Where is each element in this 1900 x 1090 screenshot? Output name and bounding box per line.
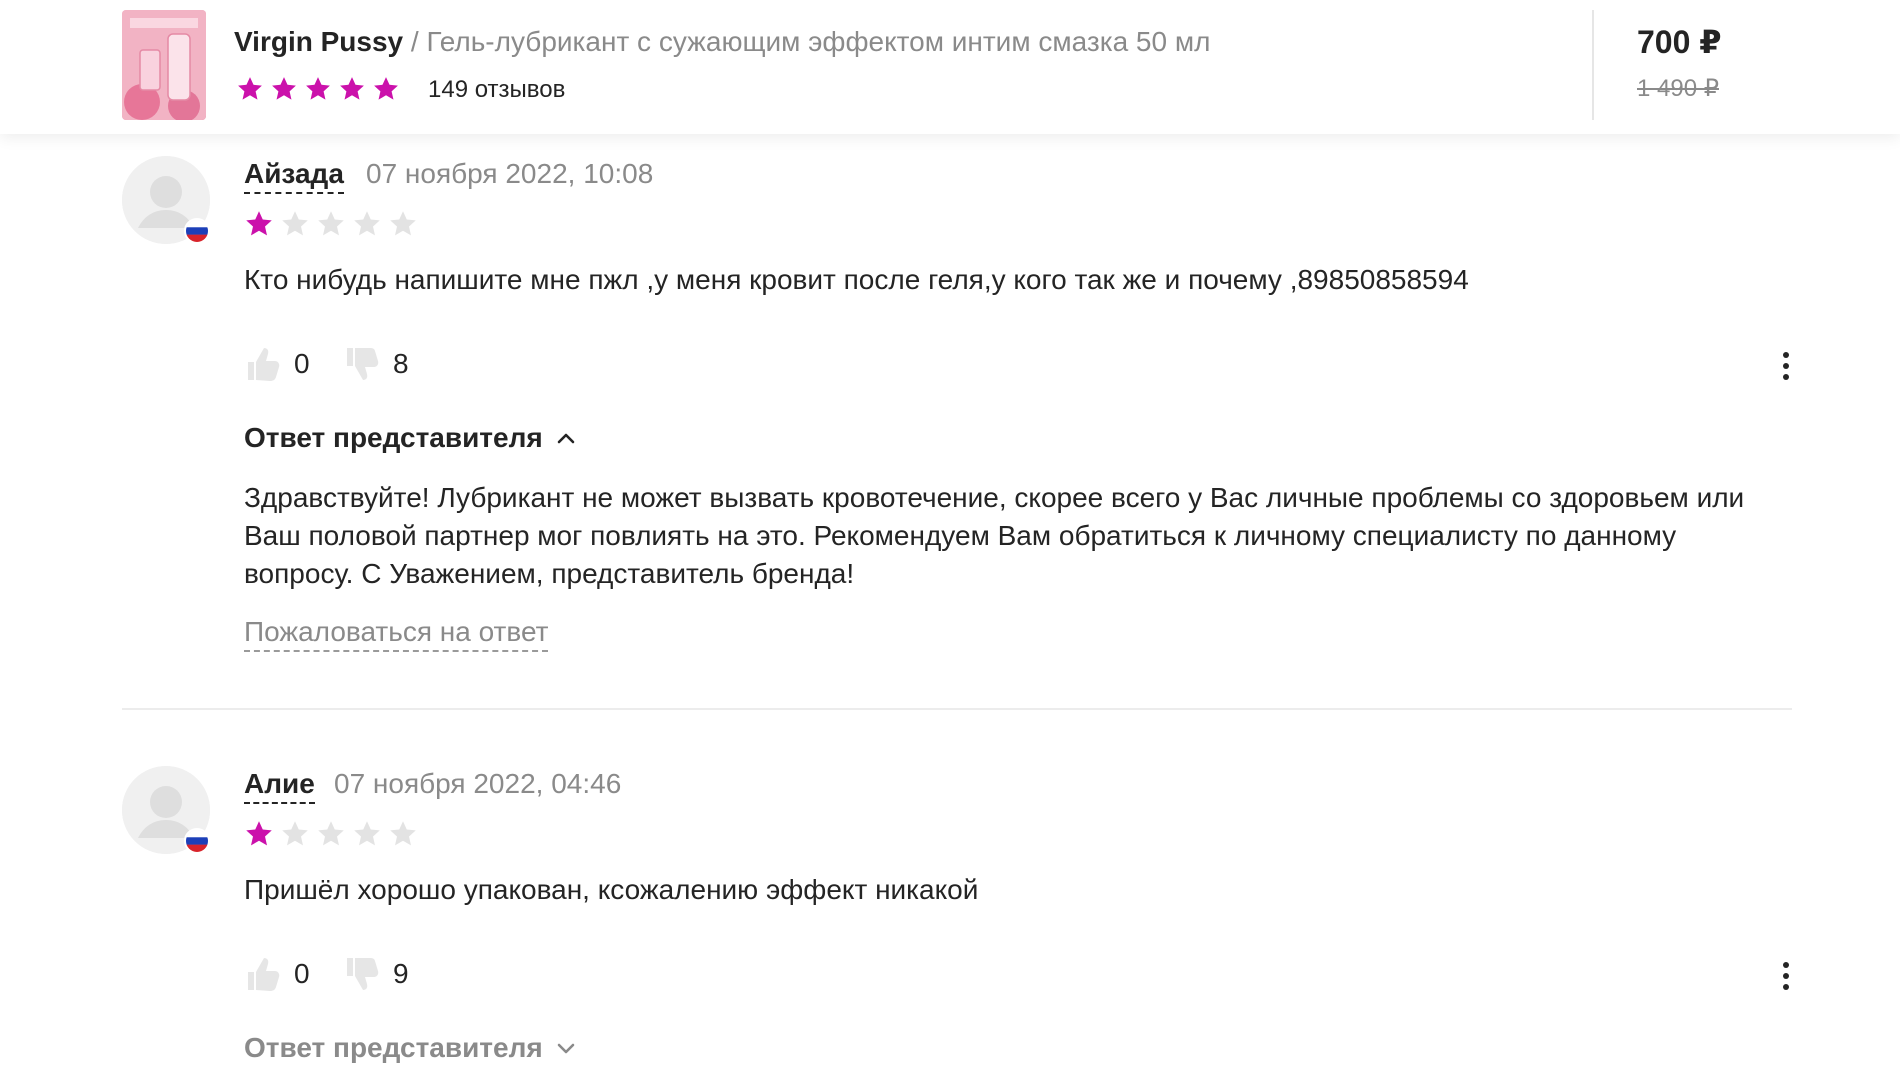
dislike-count: 9	[393, 958, 409, 989]
review-date: 07 ноября 2022, 04:46	[334, 768, 622, 799]
more-options-button[interactable]	[1776, 344, 1796, 388]
thumbs-up-icon	[248, 958, 280, 991]
star-filled-icon	[238, 77, 262, 100]
review-text: Кто нибудь напишите мне пжл ,у меня кров…	[244, 264, 1469, 295]
product-header: Virgin Pussy / Гель-лубрикант с сужающим…	[0, 0, 1900, 134]
thumbs-down-icon	[347, 958, 379, 990]
review-separator	[122, 708, 1792, 710]
representative-reply-label: Ответ представителя	[244, 1032, 543, 1063]
star-empty-icon	[282, 821, 308, 846]
russia-flag-icon	[184, 218, 210, 244]
star-filled-icon	[374, 77, 398, 100]
like-button[interactable]: 0	[244, 342, 310, 386]
star-empty-icon	[390, 211, 416, 236]
thumbs-down-icon	[347, 348, 379, 380]
avatar	[122, 156, 210, 244]
brand-name[interactable]: Virgin Pussy	[234, 26, 403, 57]
reviews-count[interactable]: 149 отзывов	[428, 74, 565, 106]
title-separator: /	[403, 26, 427, 57]
review-rating-stars	[244, 818, 418, 850]
star-filled-icon	[272, 77, 296, 100]
star-empty-icon	[354, 211, 380, 236]
dislike-button[interactable]: 9	[343, 952, 409, 996]
like-count: 0	[294, 348, 310, 379]
avatar	[122, 766, 210, 854]
review-card: Айзада 07 ноября 2022, 10:08 Кто нибудь …	[0, 150, 1900, 710]
representative-reply-label: Ответ представителя	[244, 422, 543, 453]
review-author[interactable]: Алие	[244, 766, 315, 804]
chevron-up-icon	[557, 433, 575, 444]
star-filled-icon	[246, 211, 272, 236]
more-dot	[1783, 984, 1789, 990]
product-title[interactable]: Virgin Pussy / Гель-лубрикант с сужающим…	[234, 24, 1210, 60]
star-empty-icon	[390, 821, 416, 846]
star-empty-icon	[354, 821, 380, 846]
star-filled-icon	[340, 77, 364, 100]
review-text: Пришёл хорошо упакован, ксожалению эффек…	[244, 874, 979, 905]
dislike-count: 8	[393, 348, 409, 379]
price-current: 700 ₽	[1637, 24, 1722, 60]
thumbs-up-icon	[248, 348, 280, 381]
representative-reply-toggle[interactable]: Ответ представителя	[244, 1030, 575, 1066]
price-old: 1 490 ₽	[1637, 75, 1719, 102]
chevron-down-icon	[557, 1043, 575, 1054]
star-empty-icon	[318, 211, 344, 236]
review-rating-stars	[244, 208, 418, 240]
more-dot	[1783, 352, 1789, 358]
product-thumbnail[interactable]	[122, 10, 206, 120]
header-divider	[1592, 10, 1594, 120]
dislike-button[interactable]: 8	[343, 342, 409, 386]
representative-reply-text: Здравствуйте! Лубрикант не может вызвать…	[244, 482, 1745, 589]
like-button[interactable]: 0	[244, 952, 310, 996]
product-rating-stars	[236, 72, 400, 106]
product-image	[122, 10, 206, 120]
review-date: 07 ноября 2022, 10:08	[366, 158, 654, 189]
complain-link[interactable]: Пожаловаться на ответ	[244, 614, 549, 652]
representative-reply-toggle[interactable]: Ответ представителя	[244, 420, 575, 456]
more-options-button[interactable]	[1776, 954, 1796, 998]
russia-flag-icon	[184, 828, 210, 854]
review-card: Алие 07 ноября 2022, 04:46 Пришёл хорошо…	[0, 760, 1900, 1090]
more-dot	[1783, 363, 1789, 369]
star-filled-icon	[246, 821, 272, 846]
more-dot	[1783, 962, 1789, 968]
star-filled-icon	[306, 77, 330, 100]
star-empty-icon	[282, 211, 308, 236]
review-author[interactable]: Айзада	[244, 156, 344, 194]
star-empty-icon	[318, 821, 344, 846]
more-dot	[1783, 973, 1789, 979]
more-dot	[1783, 374, 1789, 380]
like-count: 0	[294, 958, 310, 989]
product-name[interactable]: Гель-лубрикант с сужающим эффектом интим…	[426, 26, 1210, 57]
